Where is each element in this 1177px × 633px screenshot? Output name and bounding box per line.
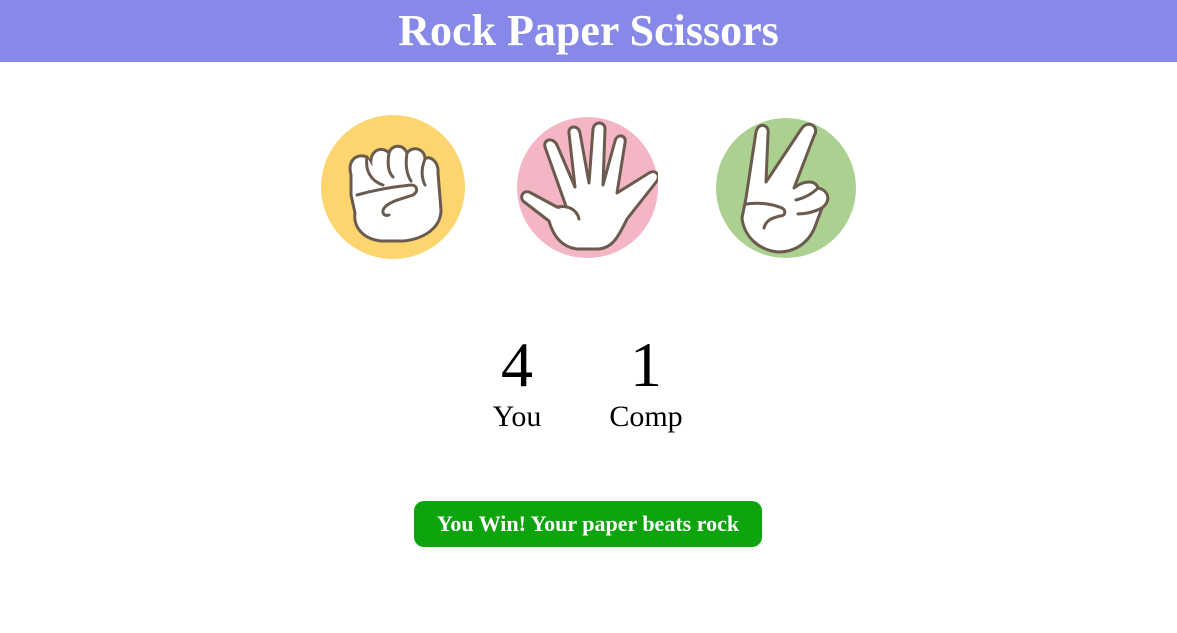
comp-score-label: Comp — [609, 400, 683, 433]
scissors-hand-icon — [716, 118, 856, 258]
user-score: 4 You — [462, 330, 572, 434]
paper-choice[interactable] — [517, 117, 658, 258]
scissors-choice[interactable] — [716, 118, 856, 258]
rock-choice[interactable] — [321, 115, 465, 259]
comp-score: 1 Comp — [591, 330, 701, 434]
page-title: Rock Paper Scissors — [398, 6, 779, 55]
user-score-label: You — [492, 400, 542, 433]
result-message: You Win! Your paper beats rock — [414, 501, 762, 547]
comp-score-value: 1 — [630, 329, 662, 400]
rock-hand-icon — [321, 115, 465, 259]
user-score-value: 4 — [501, 329, 533, 400]
header-bar: Rock Paper Scissors — [0, 0, 1177, 62]
choices-container — [0, 113, 1177, 263]
paper-hand-icon — [517, 117, 658, 258]
